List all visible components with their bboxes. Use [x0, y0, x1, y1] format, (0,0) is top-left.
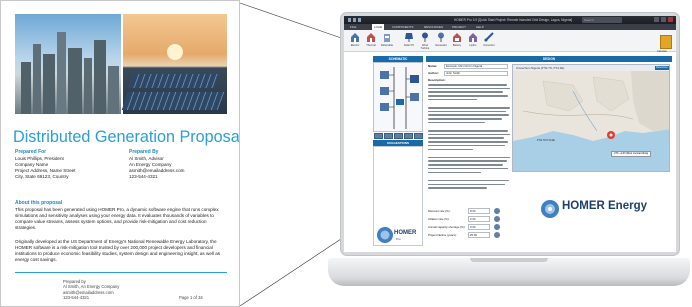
ribbon-wind-button[interactable]: Wind Turbine: [418, 32, 432, 50]
design-form: Name: Example: Mini Grid in Nigeria Auth…: [428, 64, 510, 248]
homer-brand-pro: Pro: [396, 237, 401, 241]
ribbon-label: Battery: [452, 44, 462, 47]
capacity-shortage-row: Annual capacity shortage (%): 0.00: [428, 224, 510, 230]
thermal-load-icon: [380, 87, 389, 95]
electric-load-icon: [380, 71, 389, 79]
inflation-rate-field[interactable]: 2.00: [468, 216, 490, 222]
schematic-tool-button[interactable]: [394, 133, 403, 139]
battery-icon: [453, 33, 461, 42]
author-row: Author: John Smith: [428, 71, 510, 76]
location-map-panel: Umuechem Nigeria (4°54.7N, 6°10.4E) Reso…: [512, 64, 670, 172]
name-field[interactable]: Example: Mini Grid in Nigeria: [444, 64, 508, 69]
generator-icon: [438, 32, 444, 42]
ribbon-hydro-button[interactable]: Hydro: [466, 32, 480, 47]
homer-pro-window: HOMER Pro 3.9 [Quick Start Project: Remo…: [344, 16, 676, 252]
wind-turbine-icon: [422, 32, 428, 42]
schematic-canvas[interactable]: [373, 62, 423, 132]
project-lifetime-row: Project lifetime (years): 25.00: [428, 232, 510, 238]
description-field[interactable]: [428, 84, 510, 202]
house-icon: [351, 33, 359, 42]
hydro-icon: [469, 33, 477, 42]
ribbon-converter-button[interactable]: Converter: [482, 32, 496, 47]
ribbon-label: Hydro: [469, 44, 477, 47]
inflation-rate-label: Inflation rate (%):: [428, 217, 450, 221]
ribbon-label: Deferrable: [380, 44, 394, 47]
close-icon[interactable]: [668, 17, 673, 22]
project-lifetime-sensitivity-icon[interactable]: [494, 232, 500, 238]
design-heading: DESIGN: [426, 56, 672, 62]
window-title: HOMER Pro 3.9 [Quick Start Project: Remo…: [454, 18, 573, 22]
capacity-shortage-sensitivity-icon[interactable]: [494, 224, 500, 230]
schematic-tool-button[interactable]: [374, 133, 383, 139]
battery-icon: [410, 93, 419, 101]
name-row: Name: Example: Mini Grid in Nigeria: [428, 64, 510, 69]
schematic-tool-button[interactable]: [404, 133, 413, 139]
map-timezone-callout: UTC +1:00 (West Central Africa): [611, 151, 651, 157]
schematic-tool-button[interactable]: [384, 133, 393, 139]
schematic-diagram: [380, 67, 419, 129]
homer-energy-brand: HOMER Energy: [562, 200, 647, 212]
discount-rate-label: Discount rate (%):: [428, 209, 451, 213]
ribbon-toolbar: Electric Thermal Deferrable Solar PV Win…: [344, 30, 676, 52]
deferrable-load-icon: [384, 34, 390, 42]
schematic-tool-button[interactable]: [414, 133, 423, 139]
calculate-button[interactable]: [660, 35, 672, 49]
ribbon-label: Converter: [483, 44, 495, 47]
project-lifetime-field[interactable]: 25.00: [468, 232, 490, 238]
discount-rate-row: Discount rate (%): 8.00: [428, 208, 510, 214]
generator-icon: [380, 103, 389, 111]
capacity-shortage-field[interactable]: 0.00: [468, 224, 490, 230]
author-field[interactable]: John Smith: [444, 71, 508, 76]
ribbon-label: Solar PV: [403, 44, 415, 47]
ribbon-electric-button[interactable]: Electric: [348, 32, 362, 47]
ribbon-deferrable-button[interactable]: Deferrable: [380, 32, 394, 47]
inflation-rate-sensitivity-icon[interactable]: [494, 216, 500, 222]
homer-brand-small: HOMER: [394, 230, 417, 236]
inflation-rate-row: Inflation rate (%): 2.00: [428, 216, 510, 222]
ribbon-label: Wind Turbine: [420, 44, 430, 50]
ribbon-label: Electric: [350, 44, 360, 47]
discount-rate-field[interactable]: 8.00: [468, 208, 490, 214]
quick-access-toolbar[interactable]: [348, 18, 362, 22]
discount-rate-sensitivity-icon[interactable]: [494, 208, 500, 214]
ribbon-label: Thermal: [366, 44, 376, 47]
pv-icon: [410, 75, 419, 83]
converter-icon: [396, 99, 404, 105]
project-lifetime-label: Project lifetime (years):: [428, 233, 457, 237]
ribbon-thermal-button[interactable]: Thermal: [364, 32, 378, 47]
ribbon-label: Generator: [435, 44, 447, 47]
schematic-toolbar: [373, 133, 423, 139]
minimize-icon[interactable]: [654, 17, 659, 22]
map-coordinates: 4°54.7N 6°10.4E: [537, 139, 555, 142]
search-input[interactable]: Search: [582, 17, 622, 23]
resources-button[interactable]: Resources: [655, 66, 669, 70]
author-label: Author:: [428, 71, 439, 75]
ribbon-generator-button[interactable]: Generator: [434, 32, 448, 47]
converter-icon: [484, 32, 494, 42]
solar-panel-icon: [405, 33, 413, 42]
ribbon-battery-button[interactable]: Battery: [450, 32, 464, 47]
map-canvas[interactable]: 4°54.7N 6°10.4E UTC +1:00 (West Central …: [513, 71, 669, 171]
maximize-icon[interactable]: [661, 17, 666, 22]
ribbon-solar-button[interactable]: Solar PV: [402, 32, 416, 47]
map-location-label: Umuechem Nigeria (4°54.7N, 6°10.4E): [516, 66, 565, 70]
laptop-hinge-notch: [470, 258, 548, 262]
connector-line-top: [239, 2, 348, 41]
title-bar: HOMER Pro 3.9 [Quick Start Project: Remo…: [344, 16, 676, 24]
thermal-house-icon: [367, 33, 375, 42]
capacity-shortage-label: Annual capacity shortage (%):: [428, 225, 466, 229]
description-label: Description:: [428, 78, 446, 82]
name-label: Name:: [428, 64, 438, 68]
calculate-label: Calculate: [657, 50, 667, 53]
laptop-base: [328, 258, 690, 286]
